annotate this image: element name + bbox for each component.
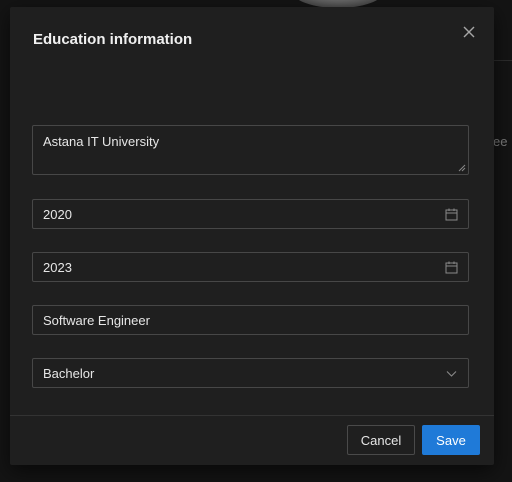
- chevron-down-icon: [446, 371, 457, 377]
- institution-textarea[interactable]: Astana IT University: [32, 125, 469, 175]
- degree-value: Bachelor: [43, 366, 95, 381]
- calendar-icon: [445, 261, 458, 274]
- specialty-value: Software Engineer: [43, 313, 150, 328]
- modal-title: Education information: [33, 31, 193, 48]
- end-year-picker[interactable]: 2023: [32, 252, 469, 282]
- resize-handle-icon[interactable]: [458, 164, 466, 172]
- start-year-value: 2020: [43, 207, 72, 222]
- save-button[interactable]: Save: [422, 425, 480, 455]
- divider: [494, 60, 512, 61]
- close-button[interactable]: [458, 21, 480, 43]
- cancel-button[interactable]: Cancel: [347, 425, 415, 455]
- footer-divider: [10, 415, 494, 416]
- end-year-value: 2023: [43, 260, 72, 275]
- start-year-picker[interactable]: 2020: [32, 199, 469, 229]
- close-icon: [463, 26, 475, 38]
- degree-select[interactable]: Bachelor: [32, 358, 469, 388]
- calendar-icon: [445, 208, 458, 221]
- background-text: ee: [493, 134, 508, 149]
- education-modal: Education information Astana IT Universi…: [10, 7, 494, 465]
- specialty-input[interactable]: Software Engineer: [32, 305, 469, 335]
- institution-value: Astana IT University: [43, 134, 160, 149]
